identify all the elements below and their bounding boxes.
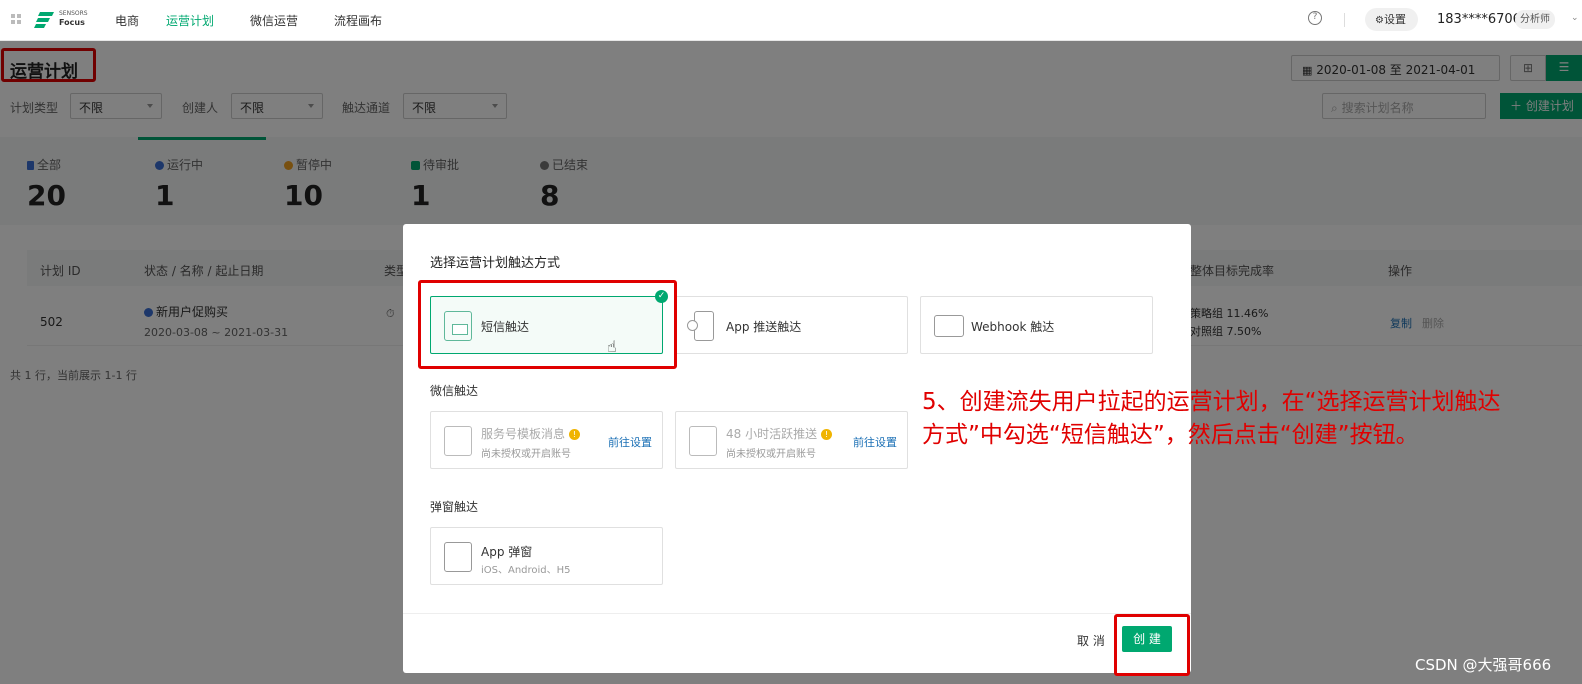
cancel-button[interactable]: 取 消: [1077, 632, 1105, 649]
role-badge: 分析师: [1515, 10, 1555, 29]
modal-footer-divider: [403, 613, 1191, 614]
logo-text-top: SENSORS: [59, 10, 88, 17]
apps-grid-icon[interactable]: [11, 14, 21, 24]
app-popup-icon: [444, 542, 472, 572]
webhook-icon: [934, 315, 964, 337]
app-push-card[interactable]: App 推送触达: [675, 296, 908, 354]
app-popup-sub: iOS、Android、H5: [481, 565, 571, 576]
app-popup-label: App 弹窗: [481, 545, 533, 559]
wechat-template-text: 服务号模板消息: [481, 427, 566, 441]
popup-section-title: 弹窗触达: [430, 500, 479, 514]
gear-icon: ⚙: [1375, 15, 1384, 26]
top-bar: SENSORS Focus 电商 运营计划 微信运营 流程画布 ? ⚙设置 18…: [0, 0, 1582, 41]
annotation-text: 5、创建流失用户拉起的运营计划，在“选择运营计划触达 方式”中勾选“短信触达”，…: [922, 386, 1572, 452]
wechat-48h-text: 48 小时活跃推送: [726, 427, 818, 441]
help-icon[interactable]: ?: [1308, 11, 1322, 25]
settings-button[interactable]: ⚙设置: [1365, 8, 1418, 31]
annotation-line-1: 5、创建流失用户拉起的运营计划，在“选择运营计划触达: [922, 389, 1501, 415]
nav-flow-canvas[interactable]: 流程画布: [334, 12, 382, 29]
page-title-highlight-bg: [4, 51, 93, 79]
nav-ecommerce[interactable]: 电商: [115, 12, 139, 29]
wechat-48h-label: 48 小时活跃推送 !: [726, 425, 832, 442]
logo[interactable]: SENSORS Focus: [34, 9, 94, 31]
sms-highlight-box: [418, 280, 677, 369]
wechat-48h-icon: [689, 426, 717, 456]
nav-wechat-operation[interactable]: 微信运营: [250, 12, 298, 29]
app-push-label: App 推送触达: [726, 320, 802, 334]
chevron-down-icon[interactable]: ⌄: [1571, 13, 1579, 23]
logo-mark-icon: [34, 12, 54, 28]
modal-title: 选择运营计划触达方式: [430, 256, 561, 271]
app-push-icon: [687, 311, 714, 341]
warning-icon: !: [568, 429, 580, 440]
watermark: CSDN @大强哥666: [1415, 656, 1552, 674]
wechat-48h-sub: 尚未授权或开启账号: [726, 449, 816, 460]
create-highlight-box: [1114, 614, 1190, 676]
logo-text-bottom: Focus: [59, 18, 85, 27]
wechat-48h-card: 48 小时活跃推送 ! 尚未授权或开启账号 前往设置: [675, 411, 908, 469]
wechat-section-title: 微信触达: [430, 384, 479, 398]
user-phone[interactable]: 183****6706: [1437, 12, 1521, 27]
wechat-48h-goto-settings[interactable]: 前往设置: [853, 434, 897, 450]
wechat-template-card: 服务号模板消息 ! 尚未授权或开启账号 前往设置: [430, 411, 663, 469]
webhook-card[interactable]: Webhook 触达: [920, 296, 1153, 354]
wechat-template-sub: 尚未授权或开启账号: [481, 449, 571, 460]
webhook-label: Webhook 触达: [971, 320, 1055, 334]
nav-operation-plan[interactable]: 运营计划: [166, 12, 214, 29]
wechat-template-icon: [444, 426, 472, 456]
wechat-template-label: 服务号模板消息 !: [481, 425, 580, 442]
annotation-line-2: 方式”中勾选“短信触达”，然后点击“创建”按钮。: [922, 422, 1419, 448]
settings-label: 设置: [1383, 13, 1406, 26]
divider: [1344, 13, 1345, 27]
warning-icon: !: [820, 429, 832, 440]
app-popup-card[interactable]: App 弹窗 iOS、Android、H5: [430, 527, 663, 585]
wechat-template-goto-settings[interactable]: 前往设置: [608, 434, 652, 450]
